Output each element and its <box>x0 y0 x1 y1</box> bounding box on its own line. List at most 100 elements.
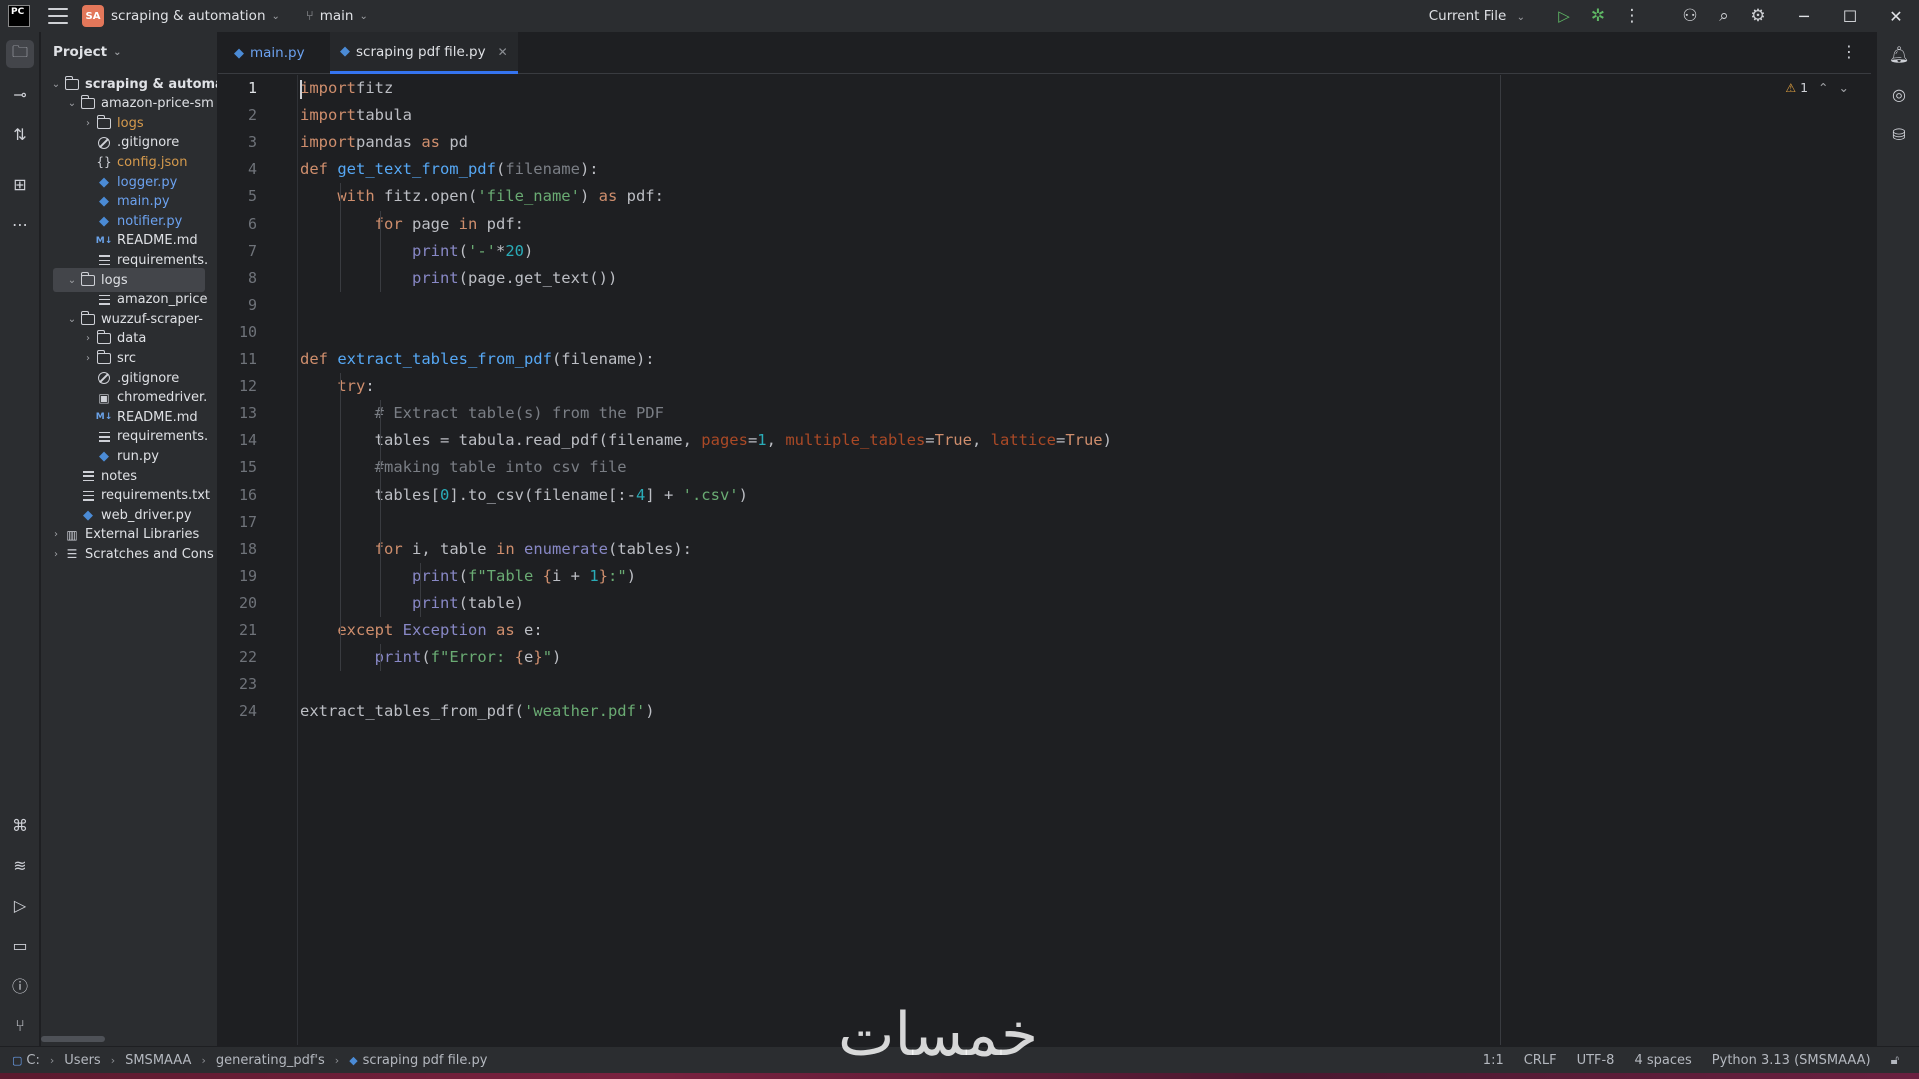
minimize-button[interactable]: ─ <box>1781 0 1827 32</box>
terminal-icon[interactable]: ▭ <box>6 931 34 959</box>
line-number[interactable]: 10 <box>217 323 257 341</box>
code-line[interactable]: tables[0].to_csv(filename[:-4] + '.csv') <box>300 482 748 509</box>
line-number[interactable]: 12 <box>217 377 257 395</box>
debug-icon[interactable]: ✲ <box>1581 0 1615 32</box>
code-line[interactable]: try: <box>300 373 374 400</box>
tab-actions-icon[interactable]: ⋮ <box>1841 42 1857 61</box>
close-window-button[interactable]: ✕ <box>1873 0 1919 32</box>
chevron-right-icon[interactable]: › <box>81 118 95 129</box>
git-icon[interactable]: ⑂ <box>6 1011 34 1039</box>
database-icon[interactable]: ⛁ <box>1885 120 1913 148</box>
line-ending[interactable]: CRLF <box>1524 1053 1557 1068</box>
line-number[interactable]: 24 <box>217 702 257 720</box>
chevron-up-icon[interactable]: ⌃ <box>1818 80 1828 95</box>
code-line[interactable]: except Exception as e: <box>300 617 542 644</box>
line-number[interactable]: 15 <box>217 458 257 476</box>
chevron-right-icon[interactable]: › <box>49 529 63 540</box>
run-config-selector[interactable]: Current File ⌄ <box>1429 8 1525 24</box>
layers-icon[interactable]: ≋ <box>6 851 34 879</box>
maximize-button[interactable]: ☐ <box>1827 0 1873 32</box>
chevron-down-icon[interactable]: ⌄ <box>65 98 79 109</box>
line-number[interactable]: 22 <box>217 648 257 666</box>
line-number[interactable]: 18 <box>217 540 257 558</box>
code-line[interactable]: def extract_tables_from_pdf(filename): <box>300 346 655 373</box>
close-tab-icon[interactable]: ✕ <box>498 45 508 59</box>
code-line[interactable]: # Extract table(s) from the PDF <box>300 400 664 427</box>
main-menu-icon[interactable] <box>48 8 68 24</box>
breadcrumb-item[interactable]: SMSMAAA <box>125 1053 191 1068</box>
code-with-me-icon[interactable]: ⚇ <box>1673 0 1707 32</box>
code-line[interactable]: importfitz <box>300 75 393 102</box>
line-number[interactable]: 3 <box>217 133 257 151</box>
code-line[interactable]: print('-'*20) <box>300 238 533 265</box>
caret-position[interactable]: 1:1 <box>1483 1053 1504 1068</box>
project-selector[interactable]: SA scraping & automation ⌄ <box>82 5 280 27</box>
chevron-down-icon[interactable]: ⌄ <box>65 275 79 286</box>
chevron-down-icon[interactable]: ⌄ <box>49 79 63 90</box>
pycharm-logo[interactable]: PC <box>8 5 30 27</box>
pull-requests-icon[interactable]: ⇅ <box>6 120 34 148</box>
branch-selector[interactable]: ⑂ main ⌄ <box>306 8 368 24</box>
code-line[interactable]: def get_text_from_pdf(filename): <box>300 156 599 183</box>
line-number[interactable]: 20 <box>217 594 257 612</box>
code-line[interactable]: for i, table in enumerate(tables): <box>300 536 692 563</box>
file-encoding[interactable]: UTF-8 <box>1577 1053 1615 1068</box>
line-number[interactable]: 11 <box>217 350 257 368</box>
line-number[interactable]: 4 <box>217 160 257 178</box>
line-number[interactable]: 21 <box>217 621 257 639</box>
line-number[interactable]: 6 <box>217 215 257 233</box>
code-editor[interactable]: importfitz importtabula importpandas as pd… <box>300 75 1870 1045</box>
chevron-right-icon[interactable]: › <box>49 549 63 560</box>
search-icon[interactable]: ⌕ <box>1707 0 1741 32</box>
commit-icon[interactable]: ⊸ <box>6 80 34 108</box>
problems-icon[interactable]: ⓘ <box>6 971 34 999</box>
code-line[interactable]: importtabula <box>300 102 412 129</box>
chevron-right-icon[interactable]: › <box>81 353 95 364</box>
python-interpreter[interactable]: Python 3.13 (SMSMAAA) <box>1712 1053 1871 1068</box>
inspection-widget[interactable]: ⚠ 1 ⌃ ⌄ <box>1785 80 1849 95</box>
chevron-down-icon[interactable]: ⌄ <box>1839 80 1849 95</box>
run-tool-icon[interactable]: ▷ <box>6 891 34 919</box>
more-tools-icon[interactable]: ⋯ <box>6 210 34 238</box>
line-number[interactable]: 19 <box>217 567 257 585</box>
project-panel-header[interactable]: Project ⌄ <box>41 32 217 72</box>
line-number[interactable]: 5 <box>217 187 257 205</box>
code-line[interactable]: print(table) <box>300 590 524 617</box>
line-number[interactable]: 23 <box>217 675 257 693</box>
code-line[interactable]: print(page.get_text()) <box>300 265 617 292</box>
breadcrumb-item[interactable]: scraping pdf file.py <box>363 1053 488 1068</box>
line-number[interactable]: 8 <box>217 269 257 287</box>
settings-icon[interactable]: ⚙ <box>1741 0 1775 32</box>
code-line[interactable]: print(f"Table {i + 1}:") <box>300 563 636 590</box>
breadcrumb-item[interactable]: Users <box>64 1053 100 1068</box>
tree-item[interactable]: › ☰ Scratches and Cons <box>41 542 217 566</box>
chevron-right-icon[interactable]: › <box>81 333 95 344</box>
code-line[interactable]: importpandas as pd <box>300 129 468 156</box>
code-line[interactable]: for page in pdf: <box>300 211 524 238</box>
breadcrumb-item[interactable]: generating_pdf's <box>216 1053 325 1068</box>
lock-icon[interactable]: 🔓︎ <box>1891 1053 1899 1068</box>
line-number[interactable]: 14 <box>217 431 257 449</box>
code-line[interactable]: extract_tables_from_pdf('weather.pdf') <box>300 698 655 725</box>
project-tool-icon[interactable]: 🗀 <box>6 40 34 68</box>
run-icon[interactable]: ▷ <box>1547 0 1581 32</box>
code-line[interactable]: #making table into csv file <box>300 454 627 481</box>
line-number[interactable]: 7 <box>217 242 257 260</box>
structure-icon[interactable]: ⊞ <box>6 170 34 198</box>
tab-scraping-pdf-file[interactable]: ◆ scraping pdf file.py ✕ <box>330 32 518 74</box>
line-number[interactable]: 16 <box>217 486 257 504</box>
indent-setting[interactable]: 4 spaces <box>1634 1053 1691 1068</box>
line-number[interactable]: 1 <box>217 79 257 97</box>
code-line[interactable]: with fitz.open('file_name') as pdf: <box>300 183 664 210</box>
more-actions-icon[interactable]: ⋮ <box>1615 0 1649 32</box>
ai-assistant-icon[interactable]: ◎ <box>1885 80 1913 108</box>
python-console-icon[interactable]: ⌘ <box>6 811 34 839</box>
line-number[interactable]: 17 <box>217 513 257 531</box>
project-panel-scrollbar[interactable] <box>41 1036 105 1042</box>
chevron-down-icon[interactable]: ⌄ <box>65 314 79 325</box>
tab-main-py[interactable]: ◆ main.py <box>224 32 315 74</box>
code-line[interactable]: tables = tabula.read_pdf(filename, pages… <box>300 427 1112 454</box>
line-number[interactable]: 13 <box>217 404 257 422</box>
line-number[interactable]: 2 <box>217 106 257 124</box>
notifications-icon[interactable]: 🔔︎ <box>1885 40 1913 68</box>
